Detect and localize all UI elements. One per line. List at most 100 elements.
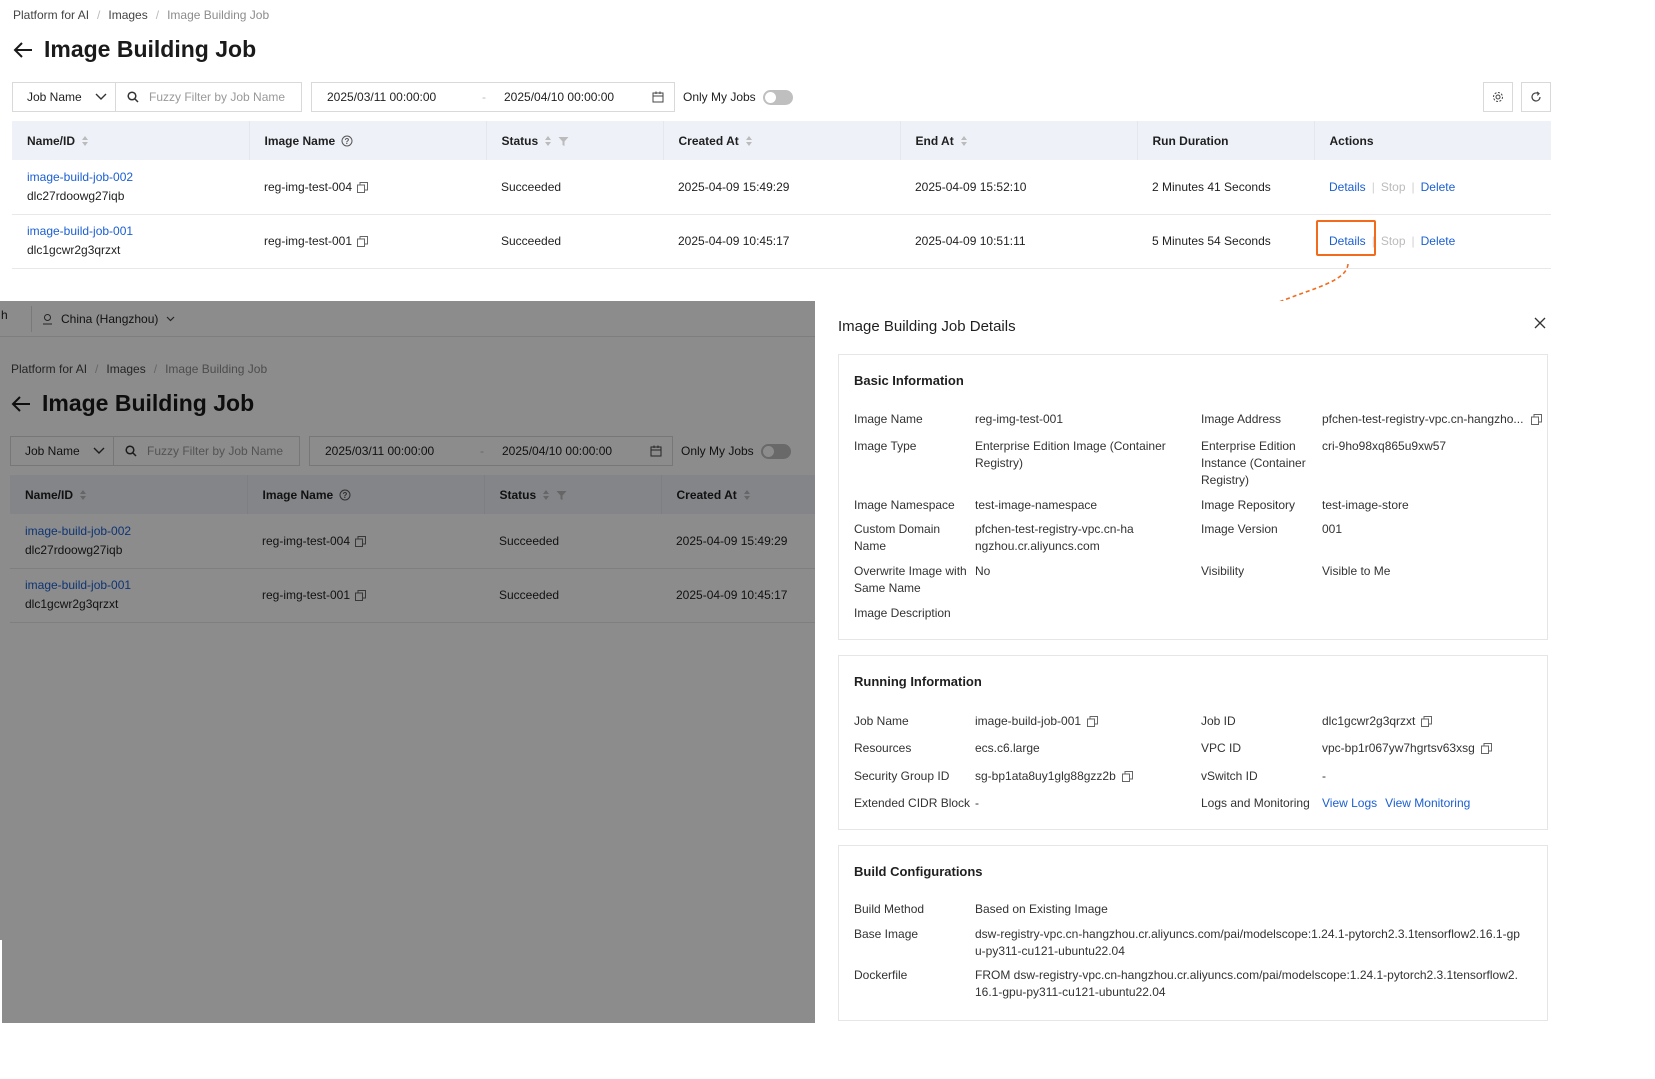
- created-at: 2025-04-09 15:49:29: [663, 160, 900, 215]
- refresh-icon: [1531, 91, 1541, 102]
- breadcrumb-images[interactable]: Images: [108, 8, 147, 22]
- cidr-value: -: [975, 796, 979, 810]
- drawer-title: Image Building Job Details: [838, 318, 1016, 335]
- col-end[interactable]: End At: [900, 121, 1138, 160]
- version-label: Image Version: [1201, 522, 1278, 536]
- repository-label: Image Repository: [1201, 498, 1296, 512]
- description-label: Image Description: [854, 606, 951, 620]
- col-actions: Actions: [1314, 121, 1551, 160]
- field-select[interactable]: Job Name: [12, 82, 116, 112]
- job-name-link[interactable]: image-build-job-002: [27, 168, 249, 187]
- sort-icon[interactable]: [81, 135, 89, 147]
- image-type-value: Enterprise Edition Image (Container Regi…: [975, 439, 1166, 470]
- stop-button[interactable]: Stop: [1381, 234, 1406, 248]
- base-image-label: Base Image: [854, 927, 919, 941]
- image-address-label: Image Address: [1201, 412, 1282, 426]
- sort-icon[interactable]: [745, 135, 753, 147]
- copy-icon[interactable]: [357, 236, 369, 248]
- namespace-value: test-image-namespace: [975, 498, 1098, 512]
- created-at: 2025-04-09 10:45:17: [663, 214, 900, 269]
- col-image: Image Name?: [249, 121, 487, 160]
- dockerfile-value: FROM dsw-registry-vpc.cn-hangzhou.cr.ali…: [975, 968, 1518, 999]
- running-info-card: Running Information Job Name image-build…: [838, 655, 1548, 830]
- only-my-jobs-toggle[interactable]: [762, 89, 793, 105]
- overwrite-label: Overwrite Image with Same Name: [854, 564, 967, 595]
- page-header: Image Building Job: [12, 36, 256, 63]
- sg-value: sg-bp1ata8uy1glg88gzz2b: [975, 768, 1133, 785]
- col-name[interactable]: Name/ID: [12, 121, 250, 160]
- svg-text:?: ?: [345, 137, 350, 146]
- domain-value: pfchen-test-registry-vpc.cn-hangzhou.cr.…: [975, 522, 1134, 553]
- breadcrumb: Platform for AI / Images / Image Building Jo…: [13, 8, 270, 22]
- image-name: reg-img-test-004: [264, 179, 353, 194]
- only-my-jobs-label: Only My Jobs: [683, 90, 756, 104]
- build-method-value: Based on Existing Image: [975, 902, 1108, 916]
- resources-value: ecs.c6.large: [975, 741, 1040, 755]
- view-logs-link[interactable]: View Logs: [1322, 796, 1377, 810]
- search-icon: [127, 91, 139, 103]
- search-input[interactable]: Fuzzy Filter by Job Name: [116, 82, 302, 112]
- delete-button[interactable]: Delete: [1421, 180, 1456, 194]
- copy-icon[interactable]: [1087, 716, 1099, 728]
- stop-button[interactable]: Stop: [1381, 180, 1406, 194]
- status: Succeeded: [486, 160, 663, 215]
- instance-label: Enterprise Edition Instance (Container R…: [1201, 439, 1306, 487]
- vpc-label: VPC ID: [1201, 741, 1242, 755]
- job-id: dlc1gcwr2g3qrzxt: [27, 243, 121, 257]
- namespace-label: Image Namespace: [854, 498, 955, 512]
- image-name-value: reg-img-test-001: [975, 412, 1064, 426]
- details-button[interactable]: Details: [1329, 180, 1366, 194]
- view-monitoring-link[interactable]: View Monitoring: [1385, 796, 1470, 810]
- table-row: image-build-job-002 dlc27rdoowg27iqb reg-…: [12, 160, 1551, 215]
- divider: [0, 940, 2, 1023]
- date-start: 2025/03/11 00:00:00: [327, 90, 437, 104]
- copy-icon[interactable]: [1421, 716, 1433, 728]
- sort-icon[interactable]: [960, 135, 968, 147]
- modal-overlay[interactable]: [0, 301, 815, 1023]
- filter-toolbar: Job Name Fuzzy Filter by Job Name 2025/0…: [12, 82, 793, 112]
- job-id: dlc27rdoowg27iqb: [27, 188, 125, 203]
- resources-label: Resources: [854, 741, 912, 755]
- refresh-button[interactable]: [1521, 82, 1551, 112]
- settings-button[interactable]: [1483, 82, 1513, 112]
- image-name-label: Image Name: [854, 412, 923, 426]
- dockerfile-label: Dockerfile: [854, 968, 908, 982]
- job-id-value: dlc1gcwr2g3qrzxt: [1322, 713, 1433, 730]
- job-name-label: Job Name: [854, 714, 909, 728]
- breadcrumb-platform[interactable]: Platform for AI: [13, 8, 89, 22]
- col-created[interactable]: Created At: [663, 121, 901, 160]
- base-image-value: dsw-registry-vpc.cn-hangzhou.cr.aliyuncs…: [975, 927, 1520, 958]
- filter-icon[interactable]: [558, 136, 569, 147]
- close-icon[interactable]: [1533, 316, 1547, 330]
- field-select-value: Job Name: [27, 90, 82, 104]
- only-my-jobs: Only My Jobs: [683, 89, 793, 105]
- page-title: Image Building Job: [44, 36, 257, 62]
- back-arrow-icon[interactable]: [12, 39, 34, 61]
- delete-button[interactable]: Delete: [1421, 234, 1456, 248]
- copy-icon[interactable]: [1531, 414, 1543, 426]
- card-title: Build Configurations: [854, 864, 983, 879]
- date-separator: -: [482, 90, 486, 104]
- overwrite-value: No: [975, 564, 991, 578]
- help-icon[interactable]: ?: [341, 135, 353, 147]
- card-title: Running Information: [854, 674, 982, 689]
- visibility-label: Visibility: [1201, 564, 1245, 578]
- col-duration: Run Duration: [1137, 121, 1315, 160]
- calendar-icon: [652, 91, 664, 103]
- logs-links: View Logs View Monitoring: [1322, 795, 1470, 812]
- run-duration: 5 Minutes 54 Seconds: [1137, 214, 1314, 269]
- breadcrumb-current: Image Building Job: [167, 8, 270, 22]
- copy-icon[interactable]: [357, 182, 369, 194]
- copy-icon[interactable]: [1121, 771, 1133, 783]
- sort-icon[interactable]: [544, 135, 552, 147]
- job-name-link[interactable]: image-build-job-001: [27, 222, 249, 241]
- chevron-down-icon: [95, 93, 107, 100]
- date-range-picker[interactable]: 2025/03/11 00:00:00 - 2025/04/10 00:00:0…: [311, 82, 675, 112]
- run-duration: 2 Minutes 41 Seconds: [1137, 160, 1314, 215]
- copy-icon[interactable]: [1480, 743, 1492, 755]
- vswitch-label: vSwitch ID: [1201, 769, 1258, 783]
- visibility-value: Visible to Me: [1322, 564, 1391, 578]
- status: Succeeded: [486, 214, 663, 269]
- version-value: 001: [1322, 522, 1343, 536]
- col-status[interactable]: Status: [486, 121, 664, 160]
